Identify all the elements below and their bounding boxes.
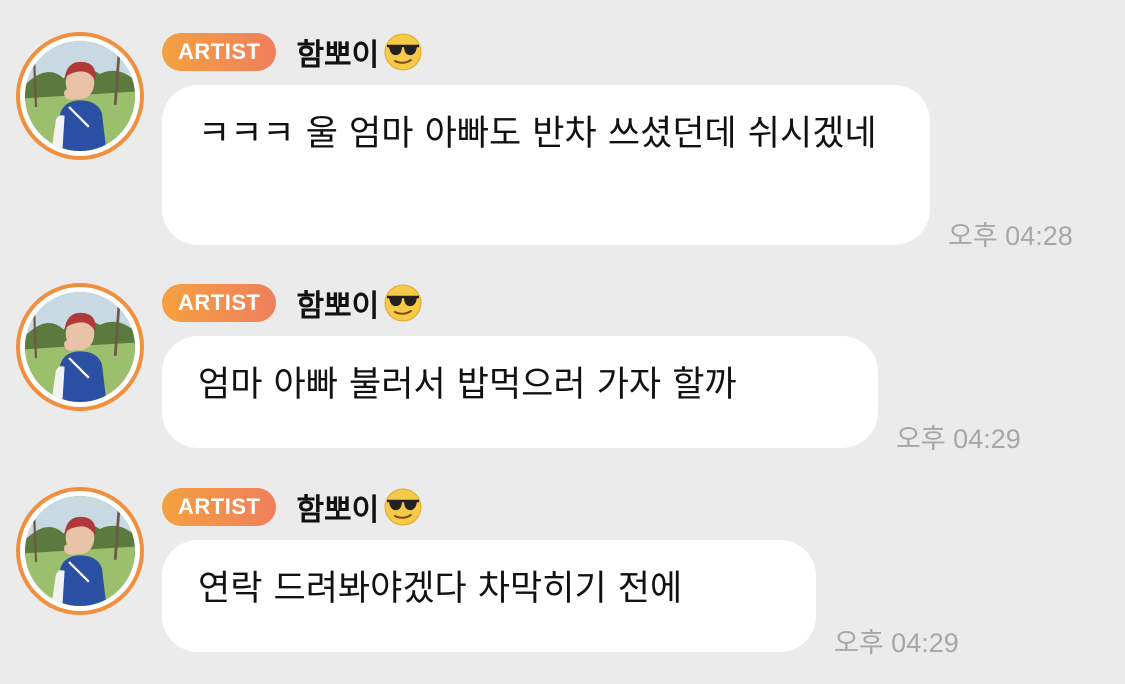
message-bubble[interactable]: 엄마 아빠 불러서 밥먹으러 가자 할까 [162,336,878,448]
artist-badge: ARTIST [162,284,277,322]
message-time: 오후 04:29 [834,628,959,658]
avatar[interactable] [16,487,144,615]
message-bubble[interactable]: ㅋㅋㅋ 울 엄마 아빠도 반차 쓰셨던데 쉬시겠네 [162,85,930,245]
message-time: 오후 04:29 [896,424,1021,454]
artist-badge: ARTIST [162,488,277,526]
smiling-face-with-sunglasses-icon [383,32,423,72]
avatar-photo [25,41,135,151]
avatar[interactable] [16,283,144,411]
message-header: ARTIST 함뽀이 [162,485,423,529]
message-bubble[interactable]: 연락 드려봐야겠다 차막히기 전에 [162,540,816,652]
smiling-face-with-sunglasses-icon [383,487,423,527]
message-text: 엄마 아빠 불러서 밥먹으러 가자 할까 [198,365,737,405]
avatar-photo [25,292,135,402]
sender-name[interactable]: 함뽀이 [296,485,379,529]
avatar-photo [25,496,135,606]
smiling-face-with-sunglasses-icon [383,283,423,323]
chat-list[interactable]: ARTIST 함뽀이 ㅋㅋㅋ 울 엄마 아빠도 반차 쓰셨던데 쉬시겠네 오후 … [0,0,1125,684]
message-text: ㅋㅋㅋ 울 엄마 아빠도 반차 쓰셨던데 쉬시겠네 [198,114,877,154]
sender-name[interactable]: 함뽀이 [296,30,379,74]
message-time: 오후 04:28 [948,221,1073,251]
message-header: ARTIST 함뽀이 [162,281,423,325]
artist-badge: ARTIST [162,33,277,71]
sender-name[interactable]: 함뽀이 [296,281,379,325]
message-header: ARTIST 함뽀이 [162,30,423,74]
message-text: 연락 드려봐야겠다 차막히기 전에 [198,569,683,609]
avatar[interactable] [16,32,144,160]
